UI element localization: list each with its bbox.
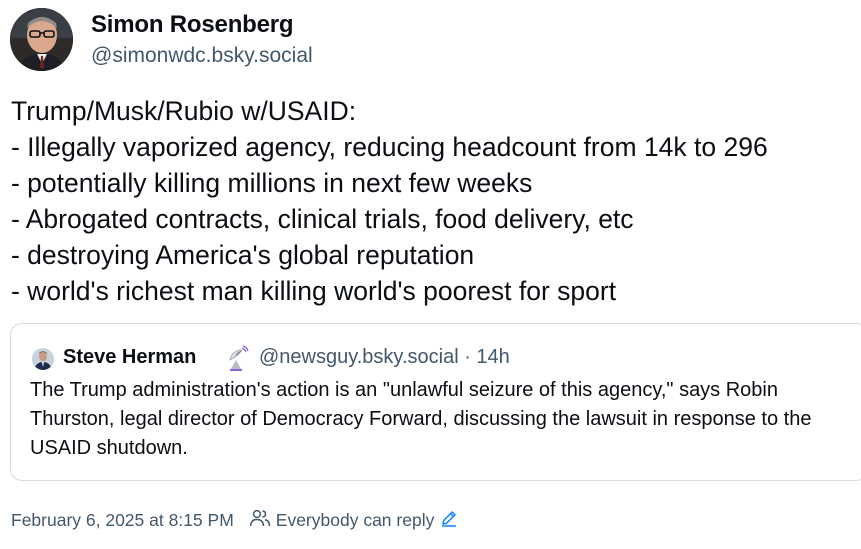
pencil-icon[interactable]: [440, 509, 458, 532]
quote-author-avatar[interactable]: [32, 348, 54, 370]
post-timestamp[interactable]: February 6, 2025 at 8:15 PM: [11, 510, 234, 531]
satellite-dish-icon: [227, 345, 249, 376]
quote-author-handle-time[interactable]: @newsguy.bsky.social · 14h: [259, 346, 510, 369]
author-avatar[interactable]: [10, 8, 73, 71]
post-text: Trump/Musk/Rubio w/USAID: - Illegally va…: [11, 96, 768, 306]
quote-author-name[interactable]: Steve Herman: [63, 346, 196, 369]
post-footer: February 6, 2025 at 8:15 PM Everybody ca…: [11, 509, 458, 532]
reply-setting[interactable]: Everybody can reply: [276, 510, 435, 531]
people-icon: [249, 509, 271, 532]
quoted-post-card[interactable]: Steve Herman @newsguy.bsky.social · 14h …: [10, 323, 861, 481]
quote-text: The Trump administration's action is an …: [30, 379, 812, 459]
author-name[interactable]: Simon Rosenberg: [91, 11, 294, 39]
author-handle[interactable]: @simonwdc.bsky.social: [91, 44, 313, 68]
